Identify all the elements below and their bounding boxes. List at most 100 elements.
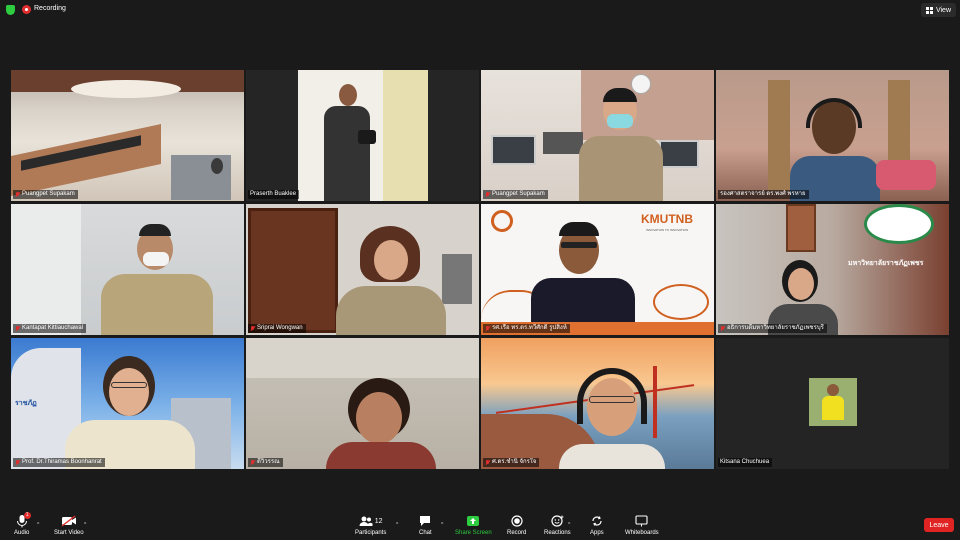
participant-name: Prof. Dr.Thiramas Boonhanrat [13, 458, 105, 467]
participant-name-text: รศ.เรือ ทร.ดร.ทวีศักดิ์ รูปสิงห์ [492, 325, 567, 331]
audio-options-caret-icon[interactable]: ^ [37, 522, 39, 528]
building-sign: ราชภัฏ [15, 400, 37, 407]
audio-label: Audio [14, 530, 30, 536]
participant-name: อธิการบดีมหาวิทยาลัยราชภัฏเพชรบุรี [718, 324, 827, 333]
mic-muted-icon [250, 459, 255, 466]
video-tile-8[interactable]: มหาวิทยาลัยราชภัฏเพชร อธิการบดีมหาวิทยาล… [716, 204, 949, 335]
participant-name-text: Praserth Buaklee [250, 191, 297, 197]
video-tile-12-video-off[interactable]: Kitsana Chuchuea [716, 338, 949, 469]
participants-icon [359, 516, 373, 526]
participants-options-caret-icon[interactable]: ^ [396, 522, 398, 528]
participant-video: KMUTNB INNOVATION TO INNOVATION [481, 204, 714, 335]
whiteboards-button[interactable]: Whiteboards [625, 514, 659, 536]
participants-button[interactable]: 12 Participants [355, 514, 386, 536]
participants-count: 12 [374, 517, 383, 525]
video-tile-7[interactable]: KMUTNB INNOVATION TO INNOVATION รศ.เรือ … [481, 204, 714, 335]
video-tile-3[interactable]: Puangpet Supakam [481, 70, 714, 201]
participants-label: Participants [355, 530, 387, 536]
reactions-label: Reactions [544, 530, 571, 536]
view-label: View [935, 6, 951, 14]
kmutnb-logo: KMUTNB [641, 212, 693, 226]
whiteboard-icon-wrap [635, 514, 648, 528]
grid-view-icon [925, 6, 933, 14]
chat-options-caret-icon[interactable]: ^ [441, 522, 443, 528]
recording-label: Recording [34, 5, 66, 12]
video-icon-wrap [61, 514, 77, 528]
participant-video [716, 70, 949, 201]
participant-video [481, 70, 714, 201]
video-tile-10[interactable]: ดีวิวรรณ [246, 338, 479, 469]
video-gallery: Puangpet Supakam Praserth Buaklee Puangp… [11, 70, 950, 469]
participant-name-text: Puangpet Supakam [22, 191, 75, 197]
participant-name-text: Kantapat Kittiauchawal [22, 325, 84, 331]
participant-name: ศ.ดร.ชำนิ จักรใจ [483, 458, 540, 467]
mic-muted-icon [15, 191, 20, 198]
audio-icon-wrap: 1 [16, 512, 31, 528]
participant-video: มหาวิทยาลัยราชภัฏเพชร [716, 204, 949, 335]
security-shield-icon[interactable] [6, 5, 15, 15]
video-tile-6[interactable]: Sriprai Wongwan [246, 204, 479, 335]
participant-video [11, 204, 244, 335]
participant-name: Kantapat Kittiauchawal [13, 324, 87, 333]
chat-icon [420, 516, 431, 526]
view-button[interactable]: View [920, 3, 956, 17]
participant-name-text: ดีวิวรรณ [257, 459, 280, 465]
university-sign: มหาวิทยาลัยราชภัฏเพชร [848, 260, 924, 267]
participant-name: รองศาสตราจารย์ ดร.พงศ์ พรหาย [718, 190, 809, 199]
participant-name-text: ศ.ดร.ชำนิ จักรใจ [492, 459, 537, 465]
participant-video [481, 338, 714, 469]
participant-name: Sriprai Wongwan [248, 324, 306, 333]
recording-icon [22, 5, 31, 14]
video-tile-9[interactable]: ราชภัฏ Prof. Dr.Thiramas Boonhanrat [11, 338, 244, 469]
participant-name-text: Sriprai Wongwan [257, 325, 303, 331]
mic-muted-icon [250, 325, 255, 332]
share-screen-button[interactable]: Share Screen [455, 514, 492, 536]
participant-avatar-area [716, 338, 949, 469]
share-icon-wrap [466, 514, 480, 528]
video-tile-4-active-speaker[interactable]: รองศาสตราจารย์ ดร.พงศ์ พรหาย [716, 70, 949, 201]
mic-muted-icon [485, 191, 490, 198]
whiteboards-label: Whiteboards [625, 530, 659, 536]
apps-label: Apps [590, 530, 604, 536]
participant-name: Puangpet Supakam [13, 190, 78, 199]
participant-video: ราชภัฏ [11, 338, 244, 469]
apps-icon [592, 516, 602, 526]
record-icon [511, 515, 523, 527]
participant-video [246, 70, 479, 201]
record-button[interactable]: Record [507, 514, 526, 536]
audio-button[interactable]: 1 Audio [14, 512, 31, 536]
video-options-caret-icon[interactable]: ^ [84, 522, 86, 528]
participant-video [246, 204, 479, 335]
participant-name: Puangpet Supakam [483, 190, 548, 199]
start-video-label: Start Video [54, 530, 84, 536]
share-screen-label: Share Screen [455, 530, 492, 536]
video-camera-off-icon [61, 515, 76, 527]
chat-button[interactable]: Chat [419, 514, 432, 536]
start-video-button[interactable]: Start Video [54, 514, 84, 536]
video-tile-2[interactable]: Praserth Buaklee [246, 70, 479, 201]
reactions-options-caret-icon[interactable]: ^ [568, 522, 570, 528]
mic-muted-icon [720, 325, 725, 332]
video-tile-11[interactable]: ศ.ดร.ชำนิ จักรใจ [481, 338, 714, 469]
whiteboard-icon [635, 515, 648, 527]
kmutnb-tagline: INNOVATION TO INNOVATION [646, 228, 689, 232]
audio-badge: 1 [23, 512, 31, 519]
apps-icon-wrap [591, 514, 603, 528]
apps-button[interactable]: Apps [590, 514, 604, 536]
chat-icon-wrap [419, 514, 431, 528]
participant-name: ดีวิวรรณ [248, 458, 283, 467]
participant-name-text: รองศาสตราจารย์ ดร.พงศ์ พรหาย [720, 191, 806, 197]
video-tile-1[interactable]: Puangpet Supakam [11, 70, 244, 201]
chat-label: Chat [419, 530, 432, 536]
reactions-button[interactable]: Reactions [544, 514, 571, 536]
leave-button[interactable]: Leave [924, 518, 954, 532]
conference-room-video [11, 70, 244, 201]
record-label: Record [507, 530, 527, 536]
participants-icon-wrap: 12 [359, 514, 383, 528]
participant-name-text: Puangpet Supakam [492, 191, 545, 197]
mic-muted-icon [485, 325, 490, 332]
video-tile-5[interactable]: Kantapat Kittiauchawal [11, 204, 244, 335]
mic-muted-icon [15, 325, 20, 332]
participant-name: Kitsana Chuchuea [718, 458, 773, 467]
reactions-icon-wrap [551, 514, 564, 528]
